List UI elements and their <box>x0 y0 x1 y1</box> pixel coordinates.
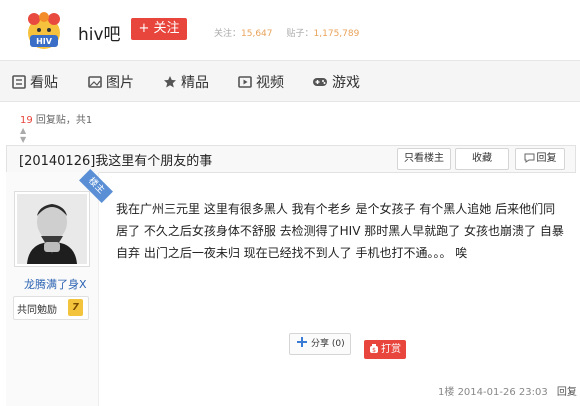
member-badge[interactable]: 共同勉励 7 <box>13 296 89 320</box>
list-icon <box>12 75 26 89</box>
reward-label: 打赏 <box>381 344 401 355</box>
forum-name[interactable]: hiv吧 <box>78 20 121 45</box>
floor-number: 1楼 <box>438 387 455 398</box>
posts-count: 1,175,789 <box>313 29 360 39</box>
nav-tab-games[interactable]: 游戏 <box>312 72 360 92</box>
thread-title: [20140126]我这里有个朋友的事 <box>19 154 213 169</box>
svg-text:HIV: HIV <box>36 37 53 46</box>
thread-title-bar: [20140126]我这里有个朋友的事 只看楼主 收藏 回复 <box>6 145 576 173</box>
only-op-button[interactable]: 只看楼主 <box>397 148 451 170</box>
post-timestamp: 2014-01-26 23:03 <box>457 387 548 398</box>
posts-label: 贴子： <box>286 29 314 39</box>
reply-count-label: 回复贴，共 <box>35 115 86 126</box>
share-button[interactable]: 分享 (0) <box>289 333 351 355</box>
page-count: 1 <box>85 115 93 126</box>
svg-text:$: $ <box>372 347 376 354</box>
forum-nav: 看贴 图片 精品 视频 游戏 <box>0 60 580 102</box>
plus-icon <box>297 337 307 347</box>
username[interactable]: 龙腾满了身X <box>24 276 87 292</box>
nav-label: 图片 <box>106 75 134 91</box>
image-icon <box>88 76 102 88</box>
reply-button-label: 回复 <box>536 153 557 164</box>
money-bag-icon: $ <box>370 344 378 354</box>
post-reply-link[interactable]: 回复 <box>557 387 577 398</box>
page-arrow-icon: ▲ ▼ <box>20 126 27 144</box>
badge-label: 共同勉励 <box>17 305 57 316</box>
avatar[interactable] <box>14 191 90 267</box>
video-icon <box>238 76 252 88</box>
nav-tab-images[interactable]: 图片 <box>88 72 134 92</box>
nav-label: 精品 <box>181 75 209 91</box>
follow-button[interactable]: + 关注 <box>131 18 187 40</box>
nav-label: 视频 <box>256 75 284 91</box>
gamepad-icon <box>313 78 327 86</box>
level-badge: 7 <box>68 299 83 316</box>
nav-tab-videos[interactable]: 视频 <box>238 72 284 92</box>
share-count: (0) <box>331 339 345 349</box>
forum-logo[interactable]: HIV <box>22 9 66 53</box>
reply-button[interactable]: 回复 <box>515 148 565 170</box>
nav-label: 游戏 <box>332 75 360 91</box>
followers-count: 15,647 <box>241 29 273 39</box>
post-content: 我在广州三元里 这里有很多黑人 我有个老乡 是个女孩子 有个黑人追她 后来他们同… <box>116 202 564 260</box>
reply-count: 19 <box>20 115 33 126</box>
nav-tab-posts[interactable]: 看贴 <box>12 72 58 92</box>
forum-stats: 关注：15,647 贴子：1,175,789 <box>214 26 373 39</box>
nav-label: 看贴 <box>30 75 58 91</box>
reward-button[interactable]: $ 打赏 <box>364 340 406 359</box>
nav-tab-featured[interactable]: 精品 <box>163 72 209 92</box>
followers-label: 关注： <box>214 29 242 39</box>
favorite-button[interactable]: 收藏 <box>455 148 509 170</box>
comment-icon <box>524 153 534 163</box>
share-label: 分享 <box>311 339 330 349</box>
reply-count-info: 19 回复贴，共1 <box>20 111 92 126</box>
star-icon <box>164 76 176 88</box>
post-meta: 1楼 2014-01-26 23:03 回复 <box>438 383 577 398</box>
